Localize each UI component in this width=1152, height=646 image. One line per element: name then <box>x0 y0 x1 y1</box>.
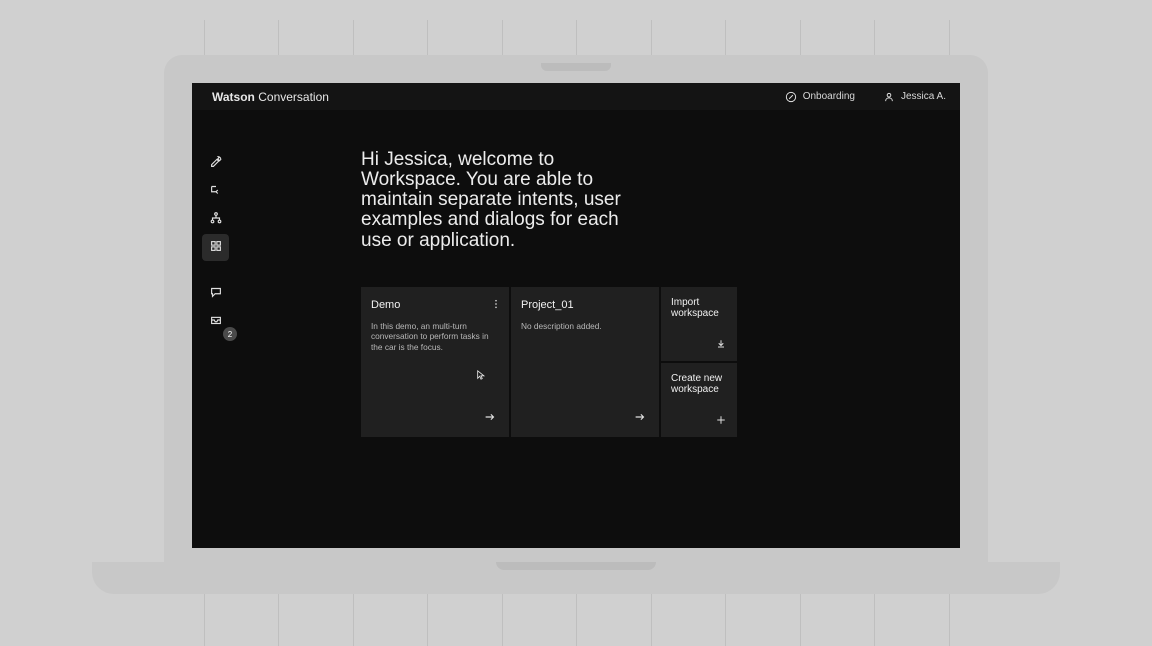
card-description: No description added. <box>521 321 646 332</box>
import-workspace-card[interactable]: Import workspace <box>661 287 737 361</box>
arrow-right-icon <box>633 413 647 427</box>
compass-icon <box>785 91 797 103</box>
top-bar: Watson Conversation Onboarding <box>192 83 960 110</box>
sidebar-item-build[interactable] <box>202 150 229 177</box>
sidebar-item-workspaces[interactable] <box>202 234 229 261</box>
workspace-cards: Demo In this demo, an multi-turn convers… <box>361 287 950 437</box>
sidebar: 2 <box>192 110 239 548</box>
user-menu[interactable]: Jessica A. <box>869 83 960 110</box>
plus-icon <box>715 415 727 429</box>
card-description: In this demo, an multi-turn conversation… <box>371 321 496 353</box>
laptop-base <box>92 562 1060 594</box>
arrow-right-icon <box>483 413 497 427</box>
wrench-icon <box>209 155 223 172</box>
dialog-map-icon <box>209 183 223 200</box>
sidebar-item-tree[interactable] <box>202 206 229 233</box>
cursor-icon <box>476 369 486 383</box>
app-screen: Watson Conversation Onboarding <box>192 83 960 548</box>
main-content: Hi Jessica, welcome to Workspace. You ar… <box>239 110 960 548</box>
inbox-badge: 2 <box>223 327 237 341</box>
create-workspace-card[interactable]: Create new workspace <box>661 363 737 437</box>
card-more-menu[interactable] <box>491 298 501 312</box>
brand-light: Conversation <box>258 90 329 104</box>
sidebar-item-inbox[interactable]: 2 <box>202 308 229 335</box>
overflow-dots-icon <box>491 298 501 312</box>
card-action-icon[interactable] <box>715 338 727 353</box>
grid-icon <box>209 239 223 256</box>
laptop-notch <box>541 63 611 71</box>
person-icon <box>883 91 895 103</box>
card-open-arrow[interactable] <box>483 410 497 427</box>
hierarchy-icon <box>209 211 223 228</box>
workspace-card-demo[interactable]: Demo In this demo, an multi-turn convers… <box>361 287 509 437</box>
inbox-icon <box>209 313 223 330</box>
card-open-arrow[interactable] <box>633 410 647 427</box>
laptop-mock: Watson Conversation Onboarding <box>164 55 988 565</box>
card-title: Import workspace <box>671 297 727 320</box>
card-title: Project_01 <box>521 299 649 311</box>
download-icon <box>715 339 727 353</box>
onboarding-button[interactable]: Onboarding <box>771 83 869 110</box>
card-title: Demo <box>371 299 499 311</box>
card-title: Create new workspace <box>671 373 727 396</box>
brand-bold: Watson <box>212 90 255 104</box>
chat-icon <box>209 285 223 302</box>
brand: Watson Conversation <box>192 90 329 104</box>
user-name: Jessica A. <box>901 91 946 102</box>
laptop-trackpad-notch <box>496 562 656 570</box>
card-action-icon[interactable] <box>715 414 727 429</box>
sidebar-item-chat[interactable] <box>202 280 229 307</box>
sidebar-item-dialog[interactable] <box>202 178 229 205</box>
welcome-heading: Hi Jessica, welcome to Workspace. You ar… <box>361 150 651 251</box>
onboarding-label: Onboarding <box>803 91 855 102</box>
workspace-card-project01[interactable]: Project_01 No description added. <box>511 287 659 437</box>
